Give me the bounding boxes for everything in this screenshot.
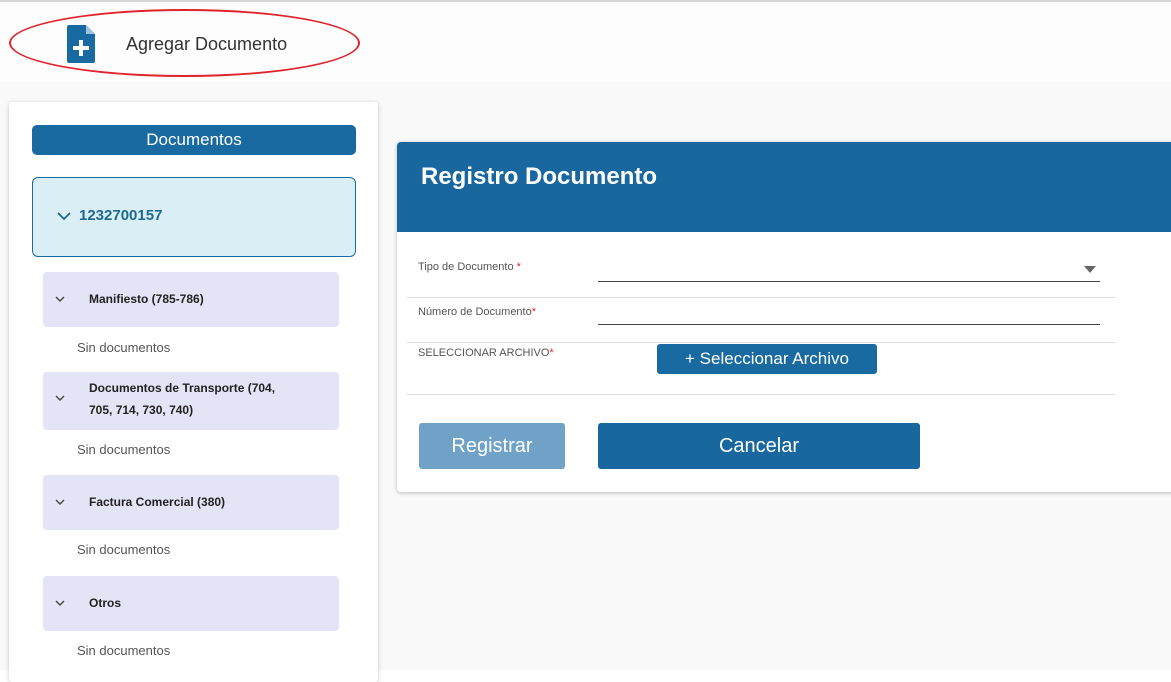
- chevron-down-icon[interactable]: [55, 600, 65, 607]
- category-label: Factura Comercial (380): [89, 495, 226, 509]
- numero-documento-label: Número de Documento*: [418, 306, 537, 318]
- sidebar-title: Documentos: [32, 125, 356, 155]
- select-file-button[interactable]: + Seleccionar Archivo: [657, 344, 877, 374]
- row-divider: [407, 394, 1115, 395]
- seleccionar-archivo-label: SELECCIONAR ARCHIVO*: [418, 347, 554, 359]
- documents-sidebar: Documentos 1232700157 Manifiesto (785-78…: [9, 102, 378, 682]
- category-otros[interactable]: Otros: [43, 576, 339, 631]
- page-title: Agregar Documento: [126, 34, 288, 54]
- tree-root-label: 1232700157: [79, 207, 163, 224]
- tipo-documento-select[interactable]: [598, 254, 1100, 280]
- chevron-down-icon[interactable]: [57, 211, 71, 221]
- category-label: Manifiesto (785-786): [89, 292, 204, 306]
- numero-documento-underline: [598, 324, 1100, 325]
- category-factura[interactable]: Factura Comercial (380): [43, 475, 339, 530]
- empty-note: Sin documentos: [77, 643, 171, 658]
- chevron-down-icon[interactable]: [55, 499, 65, 506]
- registro-form-card: Registro Documento Tipo de Documento * N…: [397, 142, 1171, 492]
- caret-down-icon[interactable]: [1084, 266, 1096, 273]
- top-bar: Agregar Documento: [0, 0, 1171, 84]
- category-manifiesto[interactable]: Manifiesto (785-786): [43, 272, 339, 327]
- tipo-documento-label: Tipo de Documento *: [418, 261, 521, 273]
- add-document-icon: [67, 25, 95, 63]
- cancel-button[interactable]: Cancelar: [598, 423, 920, 469]
- chevron-down-icon[interactable]: [55, 395, 65, 402]
- chevron-down-icon[interactable]: [55, 296, 65, 303]
- category-label: Documentos de Transporte (704, 705, 714,…: [89, 381, 276, 417]
- empty-note: Sin documentos: [77, 340, 171, 355]
- category-transporte[interactable]: Documentos de Transporte (704, 705, 714,…: [43, 372, 339, 430]
- card-header: Registro Documento: [397, 142, 1171, 232]
- category-label: Otros: [89, 596, 122, 610]
- empty-note: Sin documentos: [77, 542, 171, 557]
- register-button[interactable]: Registrar: [419, 423, 565, 469]
- tipo-documento-underline: [598, 281, 1100, 282]
- tree-root-node[interactable]: 1232700157: [32, 177, 356, 257]
- form-title: Registro Documento: [421, 163, 658, 190]
- row-divider: [407, 297, 1115, 298]
- numero-documento-input[interactable]: [598, 302, 1100, 324]
- row-divider: [407, 342, 1115, 343]
- empty-note: Sin documentos: [77, 442, 171, 457]
